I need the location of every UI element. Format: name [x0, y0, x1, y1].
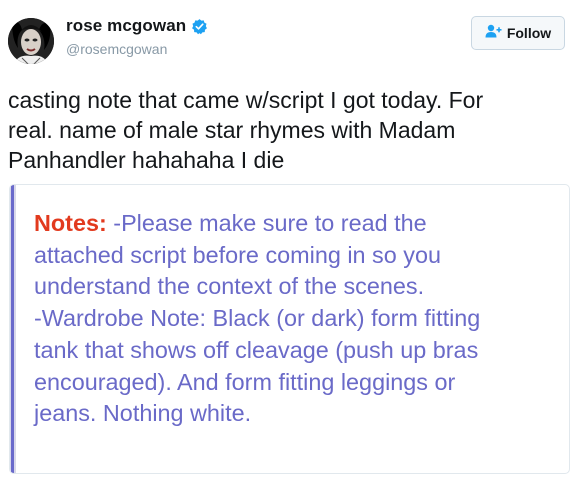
tweet-text: casting note that came w/script I got to… — [8, 85, 568, 175]
follow-button-label: Follow — [506, 25, 552, 41]
tweet-text-line: real. name of male star rhymes with Mada… — [8, 117, 456, 143]
notes-label: Notes: — [34, 210, 107, 236]
note-line: understand the context of the scenes. — [34, 273, 425, 300]
author-handle[interactable]: @rosemcgowan — [66, 41, 167, 57]
avatar[interactable] — [8, 18, 54, 64]
note-line: jeans. Nothing white. — [34, 400, 252, 427]
note-left-border — [10, 185, 16, 473]
note-line: attached script before coming in so you — [34, 241, 441, 268]
verified-badge-icon — [191, 18, 208, 35]
tweet-text-line: casting note that came w/script I got to… — [8, 87, 484, 113]
attached-image[interactable]: Notes: -Please make sure to read the att… — [9, 184, 570, 474]
note-first-line-text: -Please make sure to read the — [106, 210, 427, 236]
casting-note-text: Notes: -Please make sure to read the att… — [34, 208, 564, 430]
follow-button[interactable]: Follow — [471, 16, 565, 50]
author-name-row: rose mcgowan — [66, 16, 208, 36]
note-line: tank that shows off cleavage (push up br… — [34, 336, 479, 363]
profile-photo-icon — [8, 18, 54, 64]
tweet-text-line: Panhandler hahahaha I die — [8, 147, 285, 173]
add-user-icon — [485, 24, 502, 43]
note-line: encouraged). And form fitting leggings o… — [34, 368, 456, 395]
note-line: Notes: -Please make sure to read the — [34, 208, 564, 240]
note-line: -Wardrobe Note: Black (or dark) form fit… — [34, 305, 481, 332]
author-display-name[interactable]: rose mcgowan — [66, 16, 186, 36]
